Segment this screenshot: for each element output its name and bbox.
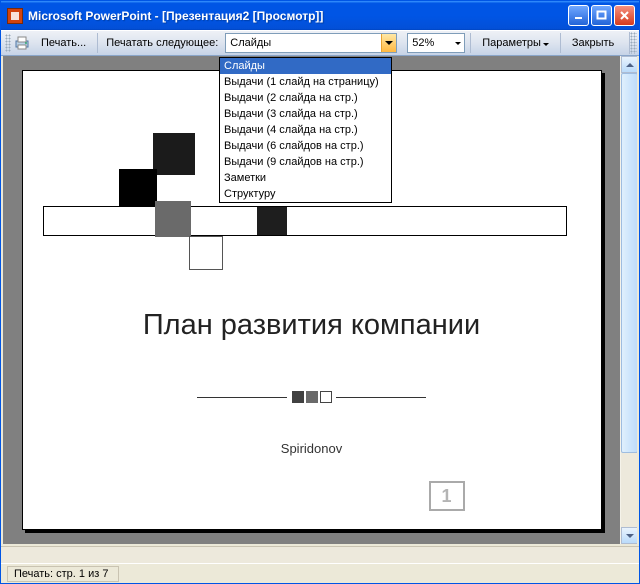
slide-decor-square xyxy=(155,201,191,237)
dropdown-item[interactable]: Выдачи (3 слайда на стр.) xyxy=(220,106,391,122)
printer-icon xyxy=(13,34,31,52)
dropdown-item[interactable]: Структуру xyxy=(220,186,391,202)
scroll-down-button[interactable] xyxy=(621,527,638,544)
slide-decor-square xyxy=(119,169,157,207)
close-preview-button[interactable]: Закрыть xyxy=(566,34,620,52)
print-what-label: Печатать следующее: xyxy=(103,35,221,51)
slide-decor-square xyxy=(257,207,287,235)
print-what-dropdown[interactable]: СлайдыВыдачи (1 слайд на страницу)Выдачи… xyxy=(219,57,392,203)
separator xyxy=(470,33,471,53)
dropdown-item[interactable]: Выдачи (2 слайда на стр.) xyxy=(220,90,391,106)
print-button[interactable]: Печать... xyxy=(35,34,92,52)
window-title: Microsoft PowerPoint - [Презентация2 [Пр… xyxy=(28,9,568,23)
options-button[interactable]: Параметры xyxy=(476,34,555,52)
status-text: Печать: стр. 1 из 7 xyxy=(7,566,119,582)
separator xyxy=(97,33,98,53)
minimize-button[interactable] xyxy=(568,5,589,26)
slide-decor-bar xyxy=(43,206,567,236)
titlebar: Microsoft PowerPoint - [Презентация2 [Пр… xyxy=(1,1,639,30)
slide-decor-square xyxy=(189,236,223,270)
print-preview-toolbar: Печать... Печатать следующее: Слайды 52%… xyxy=(1,30,639,56)
slide-decor-square xyxy=(153,133,195,175)
toolbar-grip[interactable] xyxy=(5,34,11,52)
scroll-up-button[interactable] xyxy=(621,56,638,73)
app-window: Microsoft PowerPoint - [Презентация2 [Пр… xyxy=(0,0,640,584)
horizontal-scrollbar-area xyxy=(1,546,639,563)
slide-divider xyxy=(23,391,601,403)
print-what-combo[interactable]: Слайды xyxy=(225,33,397,53)
statusbar: Печать: стр. 1 из 7 xyxy=(1,563,639,583)
separator xyxy=(560,33,561,53)
page-number-value: 1 xyxy=(441,486,451,507)
slide-title: План развития компании xyxy=(23,309,601,342)
dropdown-arrow-icon[interactable] xyxy=(449,34,464,52)
maximize-button[interactable] xyxy=(591,5,612,26)
powerpoint-icon xyxy=(7,8,23,24)
vertical-scrollbar[interactable] xyxy=(620,56,637,544)
dropdown-item[interactable]: Выдачи (1 слайд на страницу) xyxy=(220,74,391,90)
slide-page-number: 1 xyxy=(429,481,465,511)
dropdown-item[interactable]: Выдачи (6 слайдов на стр.) xyxy=(220,138,391,154)
toolbar-overflow[interactable] xyxy=(629,32,637,54)
dropdown-item[interactable]: Выдачи (9 слайдов на стр.) xyxy=(220,154,391,170)
window-controls xyxy=(568,5,635,26)
dropdown-item[interactable]: Заметки xyxy=(220,170,391,186)
print-what-value: Слайды xyxy=(226,37,381,49)
zoom-value: 52% xyxy=(408,37,449,49)
close-window-button[interactable] xyxy=(614,5,635,26)
zoom-combo[interactable]: 52% xyxy=(407,33,465,53)
dropdown-arrow-icon[interactable] xyxy=(381,34,396,52)
scroll-thumb[interactable] xyxy=(621,73,638,453)
slide-author: Spiridonov xyxy=(23,441,601,456)
dropdown-item[interactable]: Слайды xyxy=(220,58,391,74)
dropdown-item[interactable]: Выдачи (4 слайда на стр.) xyxy=(220,122,391,138)
